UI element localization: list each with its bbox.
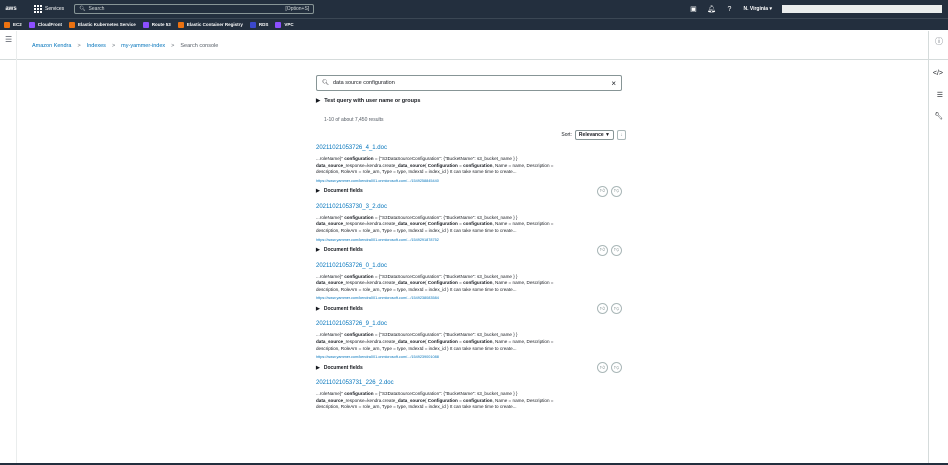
help-icon[interactable]: ? bbox=[725, 5, 733, 13]
eks-icon bbox=[69, 21, 76, 28]
search-shortcut: [Option+S] bbox=[285, 6, 310, 12]
search-icon: 🔍︎ bbox=[322, 80, 329, 86]
services-label: Services bbox=[45, 6, 65, 12]
wrench-icon[interactable]: 🔧︎ bbox=[934, 112, 943, 120]
thumbs-up-icon[interactable]: 👍︎ bbox=[597, 244, 608, 256]
aws-logo[interactable]: aws bbox=[0, 6, 22, 12]
breadcrumb-indexes[interactable]: Indexes bbox=[87, 43, 106, 49]
favorites-bar: EC2 CloudFront Elastic Kubernetes Servic… bbox=[0, 18, 948, 30]
test-query-expander[interactable]: ▶ Test query with user name or groups bbox=[316, 98, 626, 104]
result-url-link[interactable]: https://www.yammer.com/kendra001.onmicro… bbox=[316, 355, 622, 359]
document-fields-row: ▶ Document fields 👍︎ 👎︎ bbox=[316, 244, 622, 256]
sort-select[interactable]: Relevance ▼ bbox=[574, 130, 614, 140]
result-url-link[interactable]: https://www.yammer.com/kendra001.onmicro… bbox=[316, 296, 622, 300]
caret-right-icon: ▶ bbox=[316, 364, 320, 371]
favorite-rds[interactable]: RDS bbox=[249, 21, 268, 28]
sort-row: Sort: Relevance ▼ ↓ bbox=[316, 130, 626, 140]
breadcrumb-current: Search console bbox=[180, 43, 219, 49]
search-result: 20211021053730_3_2.doc ...roleName}" conf… bbox=[316, 204, 622, 256]
favorite-cloudfront[interactable]: CloudFront bbox=[28, 21, 62, 28]
document-fields-row: ▶ Document fields 👍︎ 👎︎ bbox=[316, 362, 622, 374]
sort-direction-button[interactable]: ↓ bbox=[617, 130, 626, 140]
result-excerpt: ...roleName}" configuration = {"S3DataSo… bbox=[316, 214, 554, 233]
chevron-right-icon: > bbox=[111, 43, 116, 49]
code-icon[interactable]: </> bbox=[933, 70, 943, 77]
thumbs-up-icon[interactable]: 👍︎ bbox=[597, 185, 608, 197]
results-count: 1-10 of about 7,450 results bbox=[324, 117, 384, 123]
route53-icon bbox=[142, 21, 149, 28]
search-result: 20211021053726_9_1.doc ...roleName}" conf… bbox=[316, 321, 622, 374]
document-fields-expander[interactable]: ▶ Document fields bbox=[316, 365, 363, 371]
document-fields-expander[interactable]: ▶ Document fields bbox=[316, 247, 363, 253]
result-title-link[interactable]: 20211021053726_0_1.doc bbox=[316, 263, 622, 269]
result-title-link[interactable]: 20211021053726_4_1.doc bbox=[316, 145, 622, 151]
caret-right-icon: ▶ bbox=[316, 247, 320, 254]
favorite-vpc[interactable]: VPC bbox=[275, 21, 294, 28]
top-navigation: aws Services 🔍︎ Search [Option+S] ▣ 🔔︎ ?… bbox=[0, 0, 948, 18]
thumbs-up-icon[interactable]: 👍︎ bbox=[597, 362, 608, 374]
result-title-link[interactable]: 20211021053730_3_2.doc bbox=[316, 204, 622, 210]
side-nav-divider bbox=[16, 31, 17, 465]
region-selector[interactable]: N. Virginia ▾ bbox=[743, 6, 772, 12]
favorite-ec2[interactable]: EC2 bbox=[4, 21, 22, 28]
query-input[interactable]: 🔍︎ data source configuration × bbox=[316, 75, 622, 91]
terminal-icon[interactable]: ▣ bbox=[689, 5, 697, 13]
caret-right-icon: ▶ bbox=[316, 98, 321, 104]
search-result: 20211021053731_226_2.doc ...roleName}" co… bbox=[316, 380, 622, 411]
result-title-link[interactable]: 20211021053726_9_1.doc bbox=[316, 321, 622, 327]
chevron-right-icon: > bbox=[171, 43, 175, 49]
result-excerpt: ...roleName}" configuration = {"S3DataSo… bbox=[316, 391, 554, 410]
result-excerpt: ...roleName}" configuration = {"S3DataSo… bbox=[316, 156, 554, 175]
thumbs-up-icon[interactable]: 👍︎ bbox=[597, 303, 608, 315]
thumbs-down-icon[interactable]: 👎︎ bbox=[611, 185, 622, 197]
caret-right-icon: ▶ bbox=[316, 188, 320, 195]
services-menu-button[interactable]: Services bbox=[34, 5, 64, 13]
breadcrumb-index[interactable]: my-yammer-index bbox=[121, 43, 165, 49]
result-excerpt: ...roleName}" configuration = {"S3DataSo… bbox=[316, 332, 554, 351]
grid-icon bbox=[34, 5, 42, 13]
search-result: 20211021053726_4_1.doc ...roleName}" conf… bbox=[316, 145, 622, 197]
settings-sliders-icon[interactable]: ☰ bbox=[937, 91, 943, 99]
chevron-right-icon: > bbox=[77, 43, 81, 49]
vpc-icon bbox=[275, 21, 282, 28]
favorite-eks[interactable]: Elastic Kubernetes Service bbox=[69, 21, 136, 28]
query-value: data source configuration bbox=[332, 80, 395, 86]
thumbs-down-icon[interactable]: 👎︎ bbox=[611, 244, 622, 256]
search-result: 20211021053726_0_1.doc ...roleName}" conf… bbox=[316, 263, 622, 315]
ecr-icon bbox=[177, 21, 184, 28]
search-placeholder: Search bbox=[88, 6, 105, 12]
clear-icon[interactable]: × bbox=[611, 79, 616, 88]
rds-icon bbox=[249, 21, 256, 28]
info-icon[interactable]: ⓘ bbox=[935, 36, 943, 47]
favorite-route53[interactable]: Route 53 bbox=[142, 21, 171, 28]
test-query-label: Test query with user name or groups bbox=[324, 98, 421, 104]
document-fields-row: ▶ Document fields 👍︎ 👎︎ bbox=[316, 185, 622, 197]
document-fields-expander[interactable]: ▶ Document fields bbox=[316, 188, 363, 194]
thumbs-down-icon[interactable]: 👎︎ bbox=[611, 362, 622, 374]
breadcrumb: Amazon Kendra > Indexes > my-yammer-inde… bbox=[32, 43, 218, 49]
cloudfront-icon bbox=[28, 21, 35, 28]
breadcrumb-amazon-kendra[interactable]: Amazon Kendra bbox=[32, 43, 71, 49]
menu-icon[interactable]: ☰ bbox=[5, 35, 12, 44]
document-fields-expander[interactable]: ▶ Document fields bbox=[316, 306, 363, 312]
thumbs-down-icon[interactable]: 👎︎ bbox=[611, 303, 622, 315]
result-title-link[interactable]: 20211021053731_226_2.doc bbox=[316, 380, 622, 386]
search-console: 🔍︎ data source configuration × ▶ Test qu… bbox=[316, 75, 626, 411]
sort-label: Sort: bbox=[561, 132, 572, 138]
global-search-input[interactable]: 🔍︎ Search [Option+S] bbox=[74, 4, 315, 14]
result-excerpt: ...roleName}" configuration = {"S3DataSo… bbox=[316, 273, 554, 292]
account-menu[interactable] bbox=[782, 5, 942, 13]
favorite-ecr[interactable]: Elastic Container Registry bbox=[177, 21, 243, 28]
bell-icon[interactable]: 🔔︎ bbox=[707, 5, 716, 13]
caret-right-icon: ▶ bbox=[316, 305, 320, 312]
result-url-link[interactable]: https://www.yammer.com/kendra001.onmicro… bbox=[316, 179, 622, 183]
search-icon: 🔍︎ bbox=[79, 6, 86, 12]
document-fields-row: ▶ Document fields 👍︎ 👎︎ bbox=[316, 303, 622, 315]
result-url-link[interactable]: https://www.yammer.com/kendra001.onmicro… bbox=[316, 238, 622, 242]
ec2-icon bbox=[4, 21, 10, 28]
